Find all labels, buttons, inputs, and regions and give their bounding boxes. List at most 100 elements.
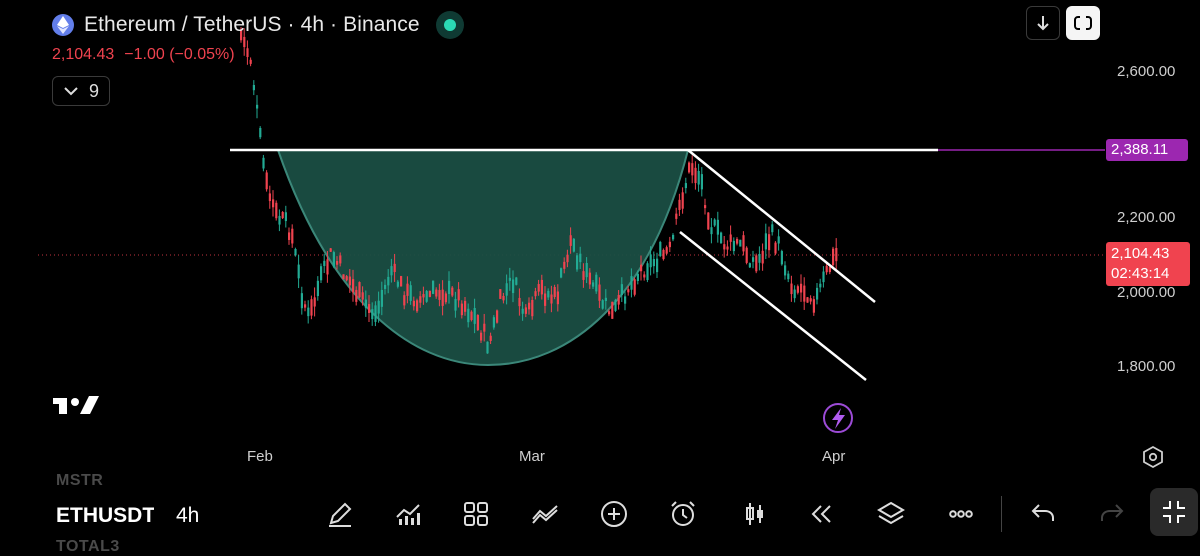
- symbol-list-prev[interactable]: MSTR: [56, 472, 103, 490]
- candle-body-162: [758, 253, 761, 263]
- chart-settings-icon[interactable]: [1143, 445, 1163, 469]
- candle-body-7: [262, 157, 265, 169]
- candle-body-141: [691, 163, 694, 176]
- candle-body-134: [668, 241, 671, 248]
- drawing-tools-button[interactable]: [322, 496, 358, 532]
- candle-body-84: [508, 277, 511, 281]
- candle-body-98: [553, 287, 556, 297]
- candle-body-147: [710, 227, 713, 235]
- layouts-button[interactable]: [458, 496, 494, 532]
- candle-body-176: [803, 285, 806, 302]
- refresh-swap-icon: [1074, 15, 1092, 31]
- candle-body-142: [694, 167, 697, 184]
- grid-icon: [464, 502, 488, 526]
- candle-body-73: [473, 307, 476, 324]
- undo-button[interactable]: [1025, 496, 1061, 532]
- collapse-icon: [1163, 501, 1185, 523]
- indicators-button[interactable]: [390, 496, 426, 532]
- candle-body-26: [323, 260, 326, 267]
- candle-body-68: [457, 289, 460, 301]
- chart-line-icon: [396, 504, 420, 525]
- candle-body-172: [790, 283, 793, 295]
- price-axis-label-2600: 2,600.00: [1117, 63, 1176, 80]
- market-status-badge[interactable]: [435, 11, 464, 39]
- redo-button[interactable]: [1094, 496, 1130, 532]
- channel-upper-line[interactable]: [687, 149, 876, 303]
- candle-body-91: [531, 300, 534, 317]
- candle-body-58: [425, 291, 428, 302]
- candle-body-163: [761, 250, 764, 264]
- compare-button[interactable]: [527, 496, 563, 532]
- candle-body-140: [688, 162, 691, 173]
- candle-body-122: [630, 276, 633, 290]
- candle-body-103: [569, 235, 572, 246]
- chart-type-button[interactable]: [737, 496, 773, 532]
- candle-body-51: [403, 295, 406, 306]
- candle-body-85: [512, 279, 515, 294]
- alerts-button[interactable]: [665, 496, 701, 532]
- add-button[interactable]: [596, 496, 632, 532]
- candle-body-46: [387, 276, 390, 286]
- candle-body-115: [608, 311, 611, 315]
- candle-body-181: [819, 283, 822, 288]
- candle-body-64: [444, 293, 447, 303]
- candle-body-139: [684, 183, 687, 189]
- candle-body-62: [438, 290, 441, 300]
- candle-body-120: [624, 296, 627, 304]
- candle-body-60: [432, 280, 435, 294]
- symbol-list-next[interactable]: TOTAL3: [56, 538, 120, 556]
- candle-body-48: [393, 263, 396, 273]
- candle-body-29: [332, 252, 335, 267]
- candle-body-96: [547, 290, 550, 298]
- candle-body-77: [486, 341, 489, 354]
- bar-countdown: 02:43:14: [1111, 265, 1170, 282]
- candle-body-167: [774, 242, 777, 254]
- candle-body-149: [716, 219, 719, 235]
- candle-body-57: [422, 294, 425, 298]
- more-dots-icon: [949, 510, 973, 518]
- object-tree-button[interactable]: [873, 496, 909, 532]
- chevron-down-icon: [64, 87, 78, 96]
- candle-body-125: [640, 264, 643, 272]
- auto-scale-button[interactable]: [1066, 6, 1100, 40]
- symbol-header[interactable]: Ethereum / TetherUS · 4h · Binance: [52, 10, 464, 40]
- candle-body-15: [288, 232, 291, 240]
- candle-body-4: [252, 84, 255, 91]
- symbol-title[interactable]: Ethereum / TetherUS · 4h · Binance: [84, 13, 420, 37]
- candle-body-117: [614, 300, 617, 311]
- candle-body-40: [368, 304, 371, 313]
- candle-body-6: [259, 127, 262, 138]
- lightning-alert-icon[interactable]: [823, 403, 853, 433]
- candle-body-72: [470, 311, 473, 321]
- interval-selector[interactable]: 4h: [176, 504, 199, 528]
- candle-body-121: [627, 289, 630, 293]
- candle-body-49: [396, 281, 399, 287]
- candle-body-34: [348, 276, 351, 286]
- candle-body-183: [825, 265, 828, 273]
- price-chart[interactable]: [0, 0, 1200, 470]
- candle-body-179: [812, 299, 815, 313]
- candle-body-21: [307, 307, 310, 317]
- candle-body-164: [764, 233, 767, 250]
- scroll-down-button[interactable]: [1026, 6, 1060, 40]
- candle-body-8: [265, 172, 268, 190]
- price-readout: 2,104.43 −1.00 (−0.05%): [52, 46, 235, 64]
- candle-body-94: [540, 279, 543, 295]
- current-price-value: 2,104.43: [1111, 245, 1170, 262]
- undo-icon: [1031, 504, 1054, 521]
- level-price-tag[interactable]: 2,388.11: [1106, 139, 1188, 161]
- replay-button[interactable]: [804, 496, 840, 532]
- more-button[interactable]: [943, 496, 979, 532]
- candle-body-31: [339, 255, 342, 264]
- candle-body-27: [326, 259, 329, 275]
- candle-body-35: [352, 279, 355, 293]
- channel-lower-line[interactable]: [679, 231, 867, 381]
- time-axis-label-apr: Apr: [822, 448, 846, 465]
- indicators-toggle-button[interactable]: 9: [52, 76, 110, 106]
- candle-body-22: [310, 299, 313, 316]
- candle-body-93: [537, 284, 540, 292]
- current-symbol[interactable]: ETHUSDT: [56, 504, 154, 528]
- fullscreen-button[interactable]: [1150, 488, 1198, 536]
- candle-body-28: [329, 248, 332, 252]
- candle-body-153: [729, 234, 732, 242]
